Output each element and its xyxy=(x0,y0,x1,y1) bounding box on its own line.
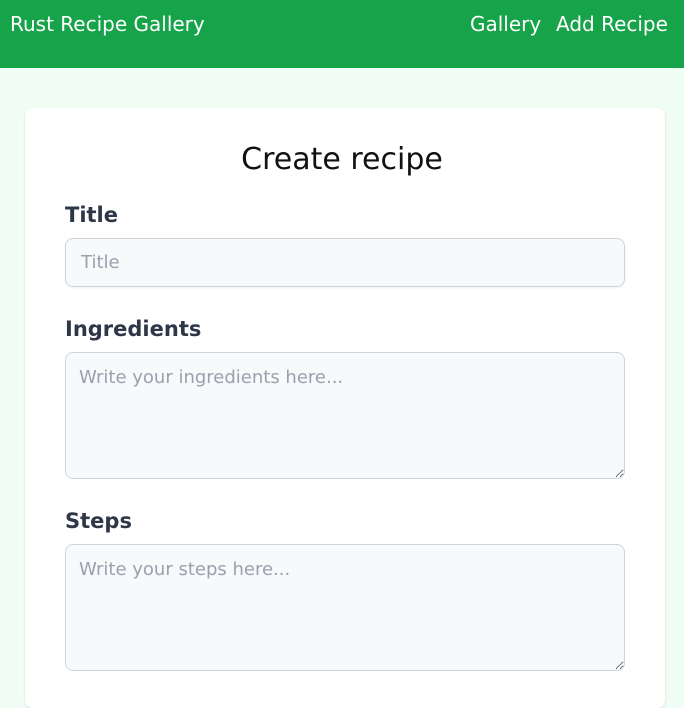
brand-link[interactable]: Rust Recipe Gallery xyxy=(10,11,205,37)
title-label: Title xyxy=(65,203,119,227)
nav-link-gallery[interactable]: Gallery xyxy=(470,11,541,37)
ingredients-textarea[interactable] xyxy=(65,352,625,479)
nav-link-add-recipe[interactable]: Add Recipe xyxy=(556,11,668,37)
form-heading: Create recipe xyxy=(241,142,443,177)
title-input[interactable] xyxy=(65,238,625,287)
steps-label: Steps xyxy=(65,509,132,533)
steps-textarea[interactable] xyxy=(65,544,625,671)
ingredients-label: Ingredients xyxy=(65,317,202,341)
navbar: Rust Recipe Gallery Gallery Add Recipe xyxy=(0,0,684,68)
